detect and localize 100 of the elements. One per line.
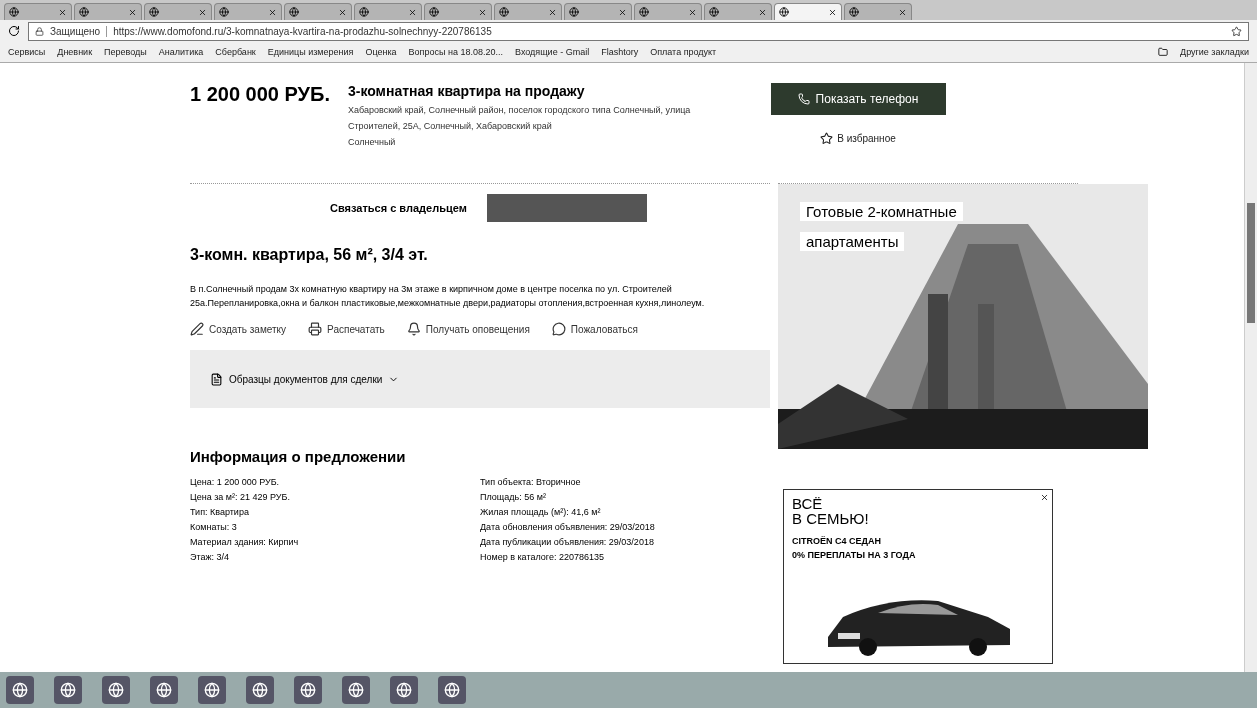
globe-icon — [639, 7, 649, 17]
info-item: Площадь: 56 м² — [480, 492, 547, 502]
bell-icon — [406, 322, 421, 336]
globe-icon — [289, 7, 299, 17]
taskbar-app-icon[interactable] — [438, 676, 466, 704]
bookmark-link[interactable]: Переводы — [104, 47, 147, 57]
url-text: https://www.domofond.ru/3-komnatnaya-kvartira-na-prodazhu-solnechnyy-220786135 — [113, 25, 492, 37]
globe-icon — [569, 7, 579, 17]
browser-tab[interactable] — [844, 3, 912, 20]
browser-tab[interactable] — [634, 3, 702, 20]
close-icon[interactable] — [1040, 493, 1049, 502]
info-item: Этаж: 3/4 — [190, 552, 231, 562]
browser-tab[interactable] — [494, 3, 562, 20]
close-icon[interactable] — [128, 7, 137, 17]
reload-icon[interactable] — [8, 25, 20, 37]
browser-tab[interactable] — [214, 3, 282, 20]
browser-tab[interactable] — [774, 3, 842, 20]
info-item: Материал здания: Кирпич — [190, 537, 300, 547]
bookmark-link[interactable]: Вопросы на 18.08.20... — [408, 47, 503, 57]
close-icon[interactable] — [58, 7, 67, 17]
close-icon[interactable] — [548, 7, 557, 17]
globe-icon — [149, 7, 159, 17]
info-item: Комнаты: 3 — [190, 522, 238, 532]
globe-icon — [79, 7, 89, 17]
close-icon[interactable] — [268, 7, 277, 17]
close-icon[interactable] — [758, 7, 767, 17]
info-heading: Информация о предложении — [190, 448, 407, 465]
bookmark-link[interactable]: Flashtory — [601, 47, 639, 57]
action-link[interactable]: Получать оповещения — [406, 322, 530, 336]
action-link[interactable]: Распечатать — [308, 322, 385, 336]
close-icon[interactable] — [478, 7, 487, 17]
browser-tab[interactable] — [704, 3, 772, 20]
action-link[interactable]: Пожаловаться — [551, 322, 638, 336]
info-item: Номер в каталоге: 220786135 — [480, 552, 605, 562]
close-icon[interactable] — [618, 7, 627, 17]
bookmark-link[interactable]: Сбербанк — [215, 47, 256, 57]
close-icon[interactable] — [898, 7, 907, 17]
scrollbar-thumb[interactable] — [1247, 203, 1255, 323]
taskbar-app-icon[interactable] — [342, 676, 370, 704]
browser-tab[interactable] — [74, 3, 142, 20]
globe-icon — [9, 7, 19, 17]
info-item: Жилая площадь (м²): 41,6 м² — [480, 507, 602, 517]
close-icon[interactable] — [688, 7, 697, 17]
close-icon[interactable] — [828, 7, 837, 17]
taskbar-app-icon[interactable] — [150, 676, 178, 704]
bookmark-link[interactable]: Аналитика — [158, 47, 204, 57]
taskbar-app-icon[interactable] — [246, 676, 274, 704]
info-item: Дата обновления объявления: 29/03/2018 — [480, 522, 656, 532]
browser-tab[interactable] — [4, 3, 72, 20]
info-item: Дата публикации объявления: 29/03/2018 — [480, 537, 655, 547]
secure-label: Защищено — [50, 25, 108, 37]
ad-headline: В СЕМЬЮ! — [792, 511, 870, 526]
summary-heading: 3-комн. квартира, 56 м², 3/4 эт. — [190, 246, 429, 264]
bookmark-link[interactable]: Сервисы — [8, 47, 46, 57]
bookmark-link[interactable]: Единицы измерения — [267, 47, 354, 57]
browser-tab[interactable] — [564, 3, 632, 20]
other-bookmarks-link[interactable]: Другие закладки — [1180, 47, 1249, 57]
bookmark-link[interactable]: Входящие - Gmail — [515, 47, 590, 57]
browser-tab[interactable] — [284, 3, 352, 20]
bookmark-link[interactable]: Оценка — [365, 47, 397, 57]
bookmark-link[interactable]: Оплата продукт — [650, 47, 717, 57]
globe-icon — [709, 7, 719, 17]
globe-icon — [429, 7, 439, 17]
bookmark-star-icon[interactable] — [1231, 25, 1242, 37]
documents-dropdown[interactable]: Образцы документов для сделки — [190, 350, 770, 408]
ad-text: 0% ПЕРЕПЛАТЫ НА 3 ГОДА — [792, 549, 917, 562]
speech-bubble-icon — [551, 322, 566, 336]
info-item: Тип объекта: Вторичное — [480, 477, 582, 487]
browser-tab[interactable] — [424, 3, 492, 20]
printer-icon — [308, 322, 323, 336]
ad-headline: ВСЁ — [792, 496, 824, 511]
globe-icon — [849, 7, 859, 17]
taskbar-app-icon[interactable] — [54, 676, 82, 704]
contact-label: Связаться с владельцем — [330, 202, 467, 214]
taskbar-app-icon[interactable] — [6, 676, 34, 704]
close-icon[interactable] — [338, 7, 347, 17]
taskbar-app-icon[interactable] — [390, 676, 418, 704]
browser-tab[interactable] — [354, 3, 422, 20]
show-phone-button[interactable]: Показать телефон — [770, 83, 946, 115]
address-field[interactable]: Защищено https://www.domofond.ru/3-komnatnaya-kvartira-na-prodazhu-solnechnyy-220786135 — [28, 21, 1249, 41]
action-link[interactable]: Создать заметку — [190, 322, 287, 336]
browser-tab[interactable] — [144, 3, 212, 20]
bookmark-link[interactable]: Дневник — [57, 47, 93, 57]
taskbar-app-icon[interactable] — [102, 676, 130, 704]
info-item: Тип: Квартира — [190, 507, 250, 517]
description: В п.Солнечный продам 3х комнатную квартиру на 3м этаже в кирпичном доме в центре поселка по ул. Строителей 25а.Перепланировка,окна и балкон пластиковые,межкомнатные двери,радиаторы отопления,встроенная кухня,линолеум. — [190, 283, 706, 310]
close-icon[interactable] — [408, 7, 417, 17]
listing-title: 3-комнатная квартира на продажу — [348, 83, 586, 99]
info-item: Цена за м²: 21 429 РУБ. — [190, 492, 291, 502]
globe-icon — [219, 7, 229, 17]
locality-text: Солнечный — [348, 137, 396, 147]
globe-icon — [499, 7, 509, 17]
ad-text: CITROËN C4 СЕДАН — [792, 535, 882, 548]
favorite-button[interactable]: В избранное — [814, 131, 902, 146]
pencil-icon — [190, 322, 204, 336]
taskbar-app-icon[interactable] — [198, 676, 226, 704]
close-icon[interactable] — [198, 7, 207, 17]
document-icon — [210, 372, 223, 386]
address-text: Хабаровский край, Солнечный район, поселок городского типа Солнечный, улица Строителей, 25А, Солнечный, Хабаровский край — [348, 105, 691, 131]
taskbar-app-icon[interactable] — [294, 676, 322, 704]
